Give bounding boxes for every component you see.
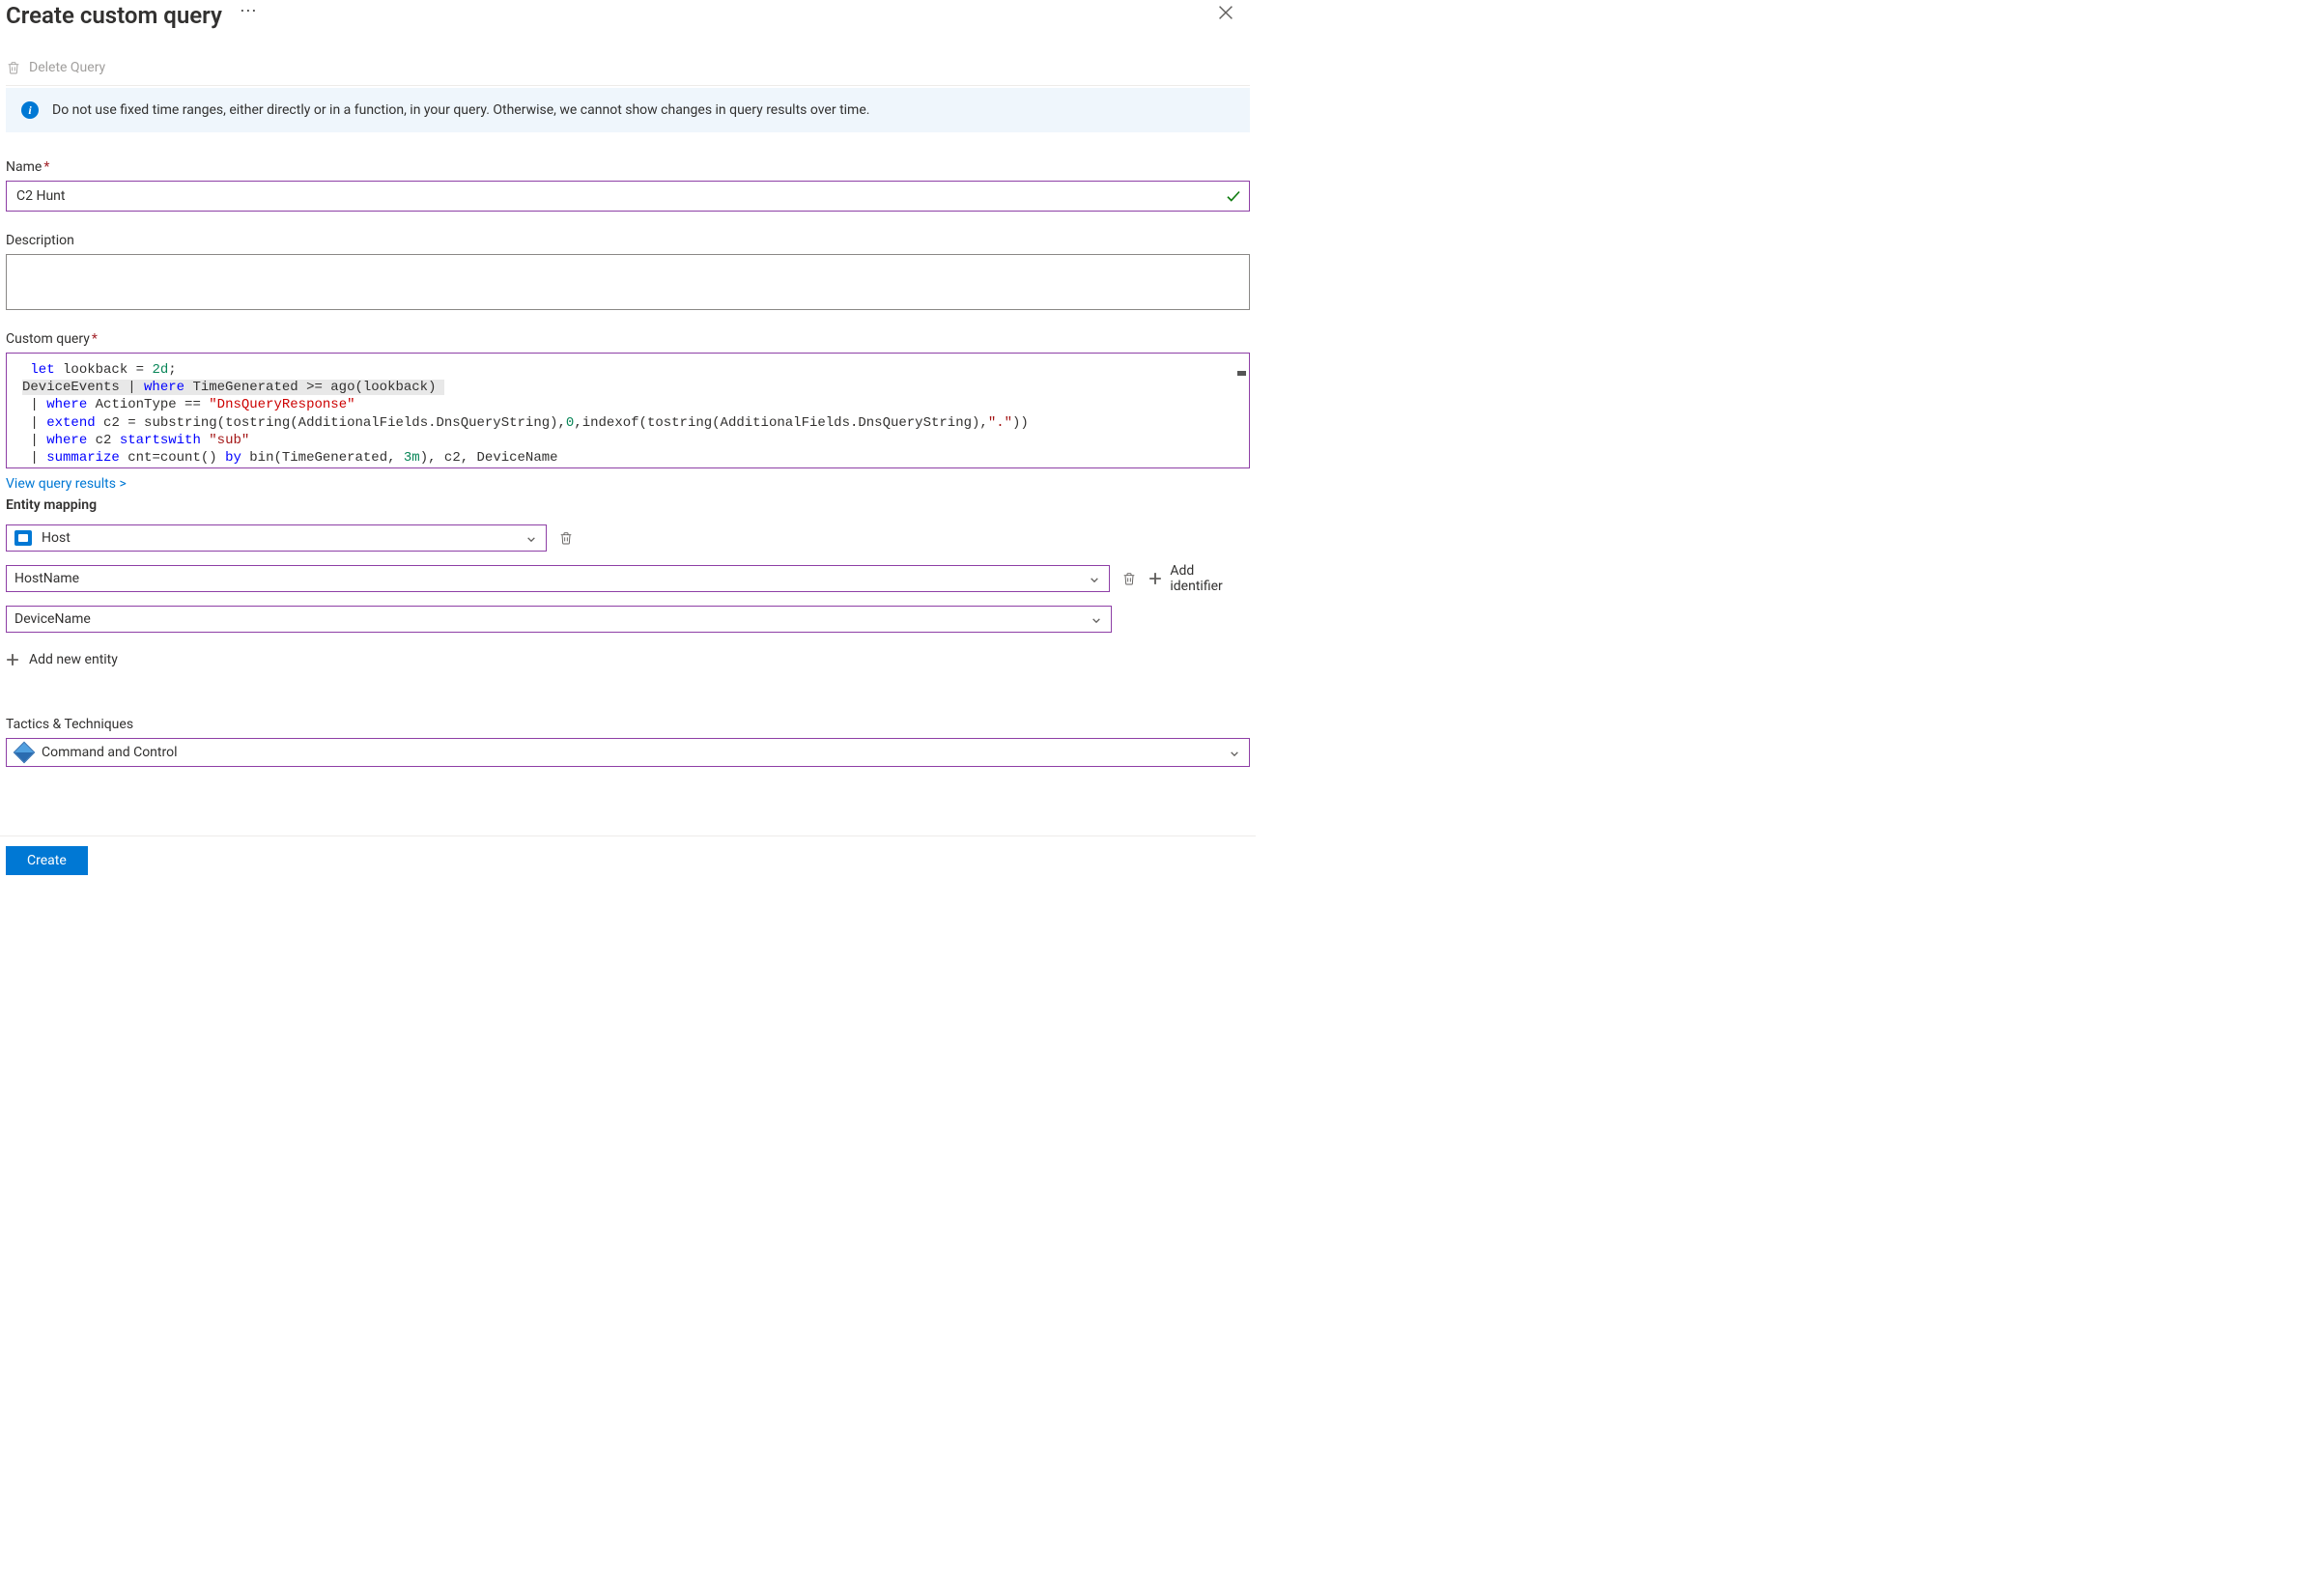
info-message: Do not use fixed time ranges, either dir…	[52, 102, 869, 118]
tactic-icon	[14, 742, 36, 764]
validated-icon	[1225, 187, 1242, 205]
tactics-label: Tactics & Techniques	[6, 717, 1250, 732]
chevron-down-icon	[1091, 614, 1101, 624]
column-value: DeviceName	[14, 611, 91, 627]
add-new-entity-button[interactable]: Add new entity	[6, 652, 118, 667]
page-title: Create custom query	[6, 2, 222, 29]
chevron-down-icon	[1090, 574, 1099, 583]
more-actions-button[interactable]: ⋯	[240, 3, 257, 28]
column-dropdown[interactable]: DeviceName	[6, 606, 1112, 633]
trash-icon	[6, 60, 21, 75]
trash-icon	[558, 530, 574, 546]
add-identifier-label: Add identifier	[1170, 563, 1250, 594]
entity-mapping-heading: Entity mapping	[6, 497, 1250, 513]
tactics-dropdown[interactable]: Command and Control	[6, 738, 1250, 767]
add-identifier-button[interactable]: Add identifier	[1148, 563, 1250, 594]
add-new-entity-label: Add new entity	[29, 652, 118, 667]
name-input[interactable]	[6, 181, 1250, 212]
custom-query-editor[interactable]: let lookback = 2d; DeviceEvents | where …	[6, 353, 1250, 468]
description-textarea[interactable]	[6, 254, 1250, 310]
name-label: Name*	[6, 159, 1250, 175]
custom-query-label: Custom query*	[6, 331, 1250, 347]
info-banner: i Do not use fixed time ranges, either d…	[6, 88, 1250, 132]
tactics-value: Command and Control	[42, 745, 178, 760]
editor-scrollbar-thumb[interactable]	[1237, 371, 1246, 376]
description-label: Description	[6, 233, 1250, 248]
plus-icon	[1148, 572, 1162, 585]
create-button[interactable]: Create	[6, 846, 88, 875]
identifier-dropdown[interactable]: HostName	[6, 565, 1110, 592]
delete-query-label: Delete Query	[29, 60, 105, 75]
plus-icon	[6, 653, 19, 666]
entity-delete-button[interactable]	[558, 530, 574, 546]
identifier-delete-button[interactable]	[1121, 571, 1137, 586]
chevron-down-icon	[1230, 748, 1239, 757]
close-button[interactable]	[1215, 2, 1236, 23]
chevron-down-icon	[526, 533, 536, 543]
entity-type-value: Host	[42, 530, 71, 546]
view-query-results-link[interactable]: View query results >	[6, 476, 1250, 492]
entity-type-dropdown[interactable]: Host	[6, 524, 547, 552]
info-icon: i	[21, 101, 39, 119]
trash-icon	[1121, 571, 1137, 586]
close-icon	[1215, 2, 1236, 23]
delete-query-button[interactable]: Delete Query	[6, 60, 105, 75]
host-icon	[14, 530, 32, 546]
identifier-value: HostName	[14, 571, 79, 586]
